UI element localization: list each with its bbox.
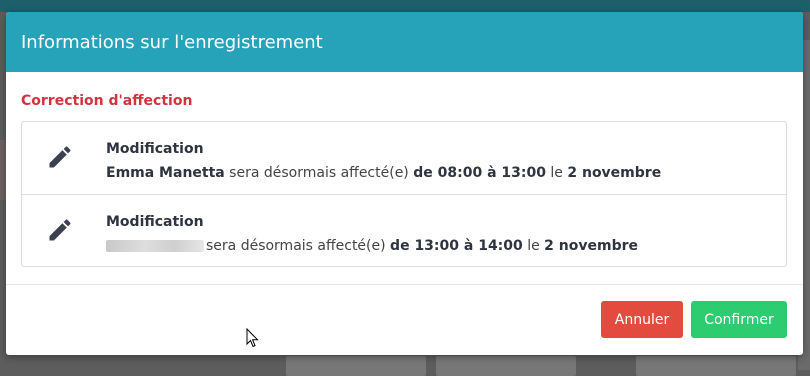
- assignment-text: sera désormais affecté(e): [206, 238, 391, 254]
- time-range: de 08:00 à 13:00: [413, 165, 546, 181]
- assignment-text: sera désormais affecté(e): [224, 165, 414, 181]
- dialog-footer: Annuler Confirmer: [6, 284, 803, 355]
- redacted-name: [106, 240, 204, 252]
- date: 2 novembre: [567, 165, 662, 181]
- date-prefix: le: [545, 165, 568, 181]
- item-text: Modification sera désormais affecté(e) d…: [106, 210, 638, 258]
- pencil-icon: [22, 137, 106, 171]
- background-field: [436, 356, 576, 376]
- confirm-button[interactable]: Confirmer: [691, 301, 787, 338]
- list-item: Modification Emma Manetta sera désormais…: [22, 122, 786, 194]
- person-name: Emma Manetta: [106, 165, 225, 181]
- section-title: Correction d'affection: [21, 93, 193, 109]
- mouse-cursor-icon: [246, 327, 260, 352]
- change-list: Modification Emma Manetta sera désormais…: [21, 121, 787, 267]
- item-description: sera désormais affecté(e) de 13:00 à 14:…: [106, 234, 638, 258]
- pencil-icon: [22, 210, 106, 244]
- item-heading: Modification: [106, 214, 204, 230]
- background-field: [286, 356, 426, 376]
- record-info-dialog: Informations sur l'enregistrement Correc…: [6, 12, 803, 355]
- time-range: de 13:00 à 14:00: [390, 238, 523, 254]
- date: 2 novembre: [544, 238, 639, 254]
- dialog-title: Informations sur l'enregistrement: [21, 31, 323, 53]
- item-description: Emma Manetta sera désormais affecté(e) d…: [106, 161, 661, 185]
- list-item: Modification sera désormais affecté(e) d…: [22, 194, 786, 266]
- cancel-button[interactable]: Annuler: [601, 301, 683, 338]
- dialog-body: Correction d'affection Modification Emma…: [6, 72, 803, 284]
- date-prefix: le: [522, 238, 545, 254]
- background-field: [636, 356, 796, 376]
- background-top-bar: [0, 0, 810, 12]
- item-heading: Modification: [106, 141, 204, 157]
- dialog-header: Informations sur l'enregistrement: [6, 12, 803, 72]
- item-text: Modification Emma Manetta sera désormais…: [106, 137, 661, 185]
